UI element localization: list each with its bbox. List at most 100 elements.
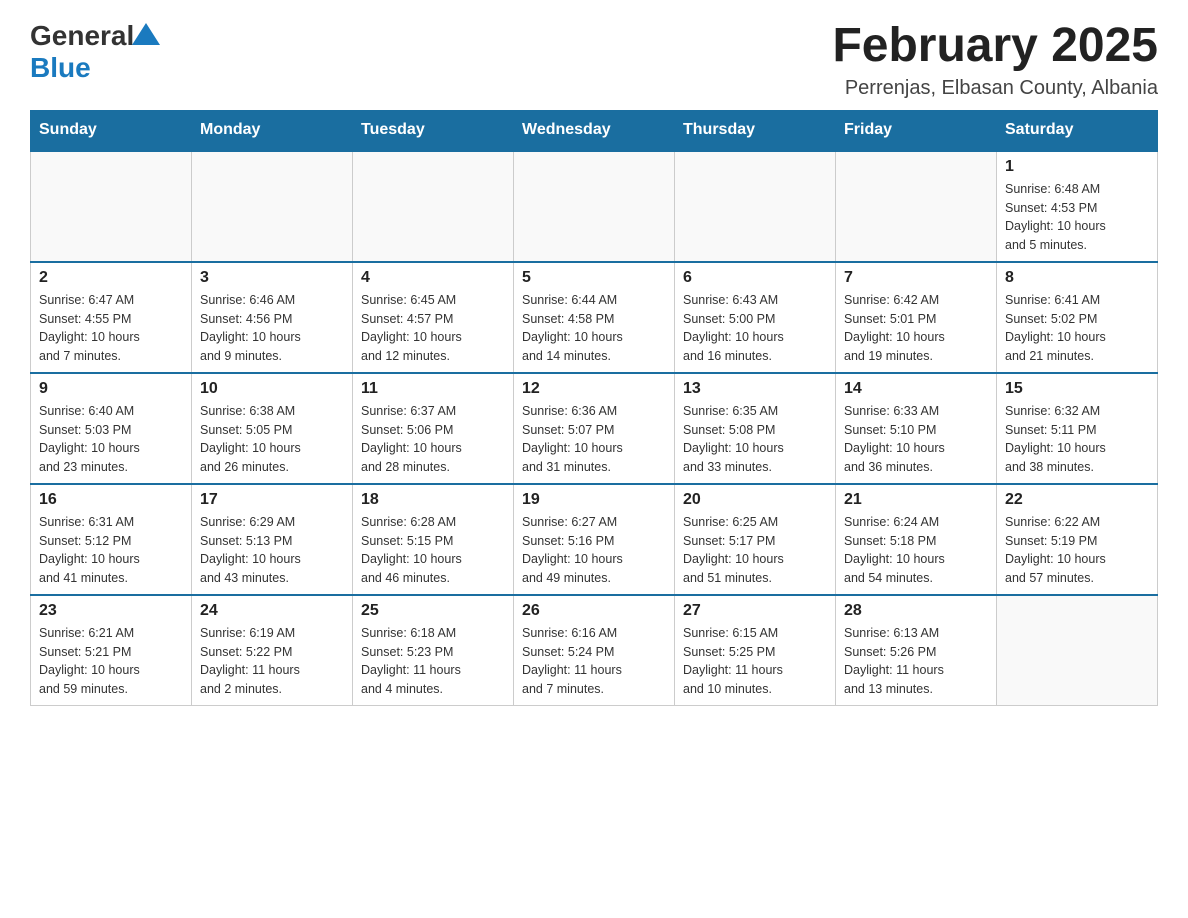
table-row: 26Sunrise: 6:16 AM Sunset: 5:24 PM Dayli… — [514, 595, 675, 706]
day-number: 1 — [1005, 158, 1149, 176]
day-info: Sunrise: 6:42 AM Sunset: 5:01 PM Dayligh… — [844, 291, 988, 366]
day-number: 27 — [683, 602, 827, 620]
day-number: 10 — [200, 380, 344, 398]
table-row: 8 Sunrise: 6:41 AM Sunset: 5:02 PM Daylig… — [997, 262, 1158, 373]
day-info: Sunrise: 6:45 AM Sunset: 4:57 PM Dayligh… — [361, 291, 505, 366]
day-number: 22 — [1005, 491, 1149, 509]
table-row: 16 Sunrise: 6:31 AM Sunset: 5:12 PM Dayli… — [31, 484, 192, 595]
day-number: 19 — [522, 491, 666, 509]
table-row — [836, 150, 997, 262]
day-info: Sunrise: 6:19 AM Sunset: 5:22 PM Dayligh… — [200, 624, 344, 699]
day-info: Sunrise: 6:33 AM Sunset: 5:10 PM Dayligh… — [844, 402, 988, 477]
table-row: 11 Sunrise: 6:37 AM Sunset: 5:06 PM Dayli… — [353, 373, 514, 484]
day-number: 7 — [844, 269, 988, 287]
day-number: 21 — [844, 491, 988, 509]
day-info: Sunrise: 6:18 AM Sunset: 5:23 PM Dayligh… — [361, 624, 505, 699]
logo-blue-text: Blue — [30, 52, 91, 84]
day-info: Sunrise: 6:46 AM Sunset: 4:56 PM Dayligh… — [200, 291, 344, 366]
day-info: Sunrise: 6:31 AM Sunset: 5:12 PM Dayligh… — [39, 513, 183, 588]
table-row: 2Sunrise: 6:47 AM Sunset: 4:55 PM Daylig… — [31, 262, 192, 373]
day-number: 8 — [1005, 269, 1149, 287]
day-number: 23 — [39, 602, 183, 620]
calendar-week-2: 2Sunrise: 6:47 AM Sunset: 4:55 PM Daylig… — [31, 262, 1158, 373]
table-row: 5 Sunrise: 6:44 AM Sunset: 4:58 PM Daylig… — [514, 262, 675, 373]
day-info: Sunrise: 6:22 AM Sunset: 5:19 PM Dayligh… — [1005, 513, 1149, 588]
table-row — [514, 150, 675, 262]
table-row: 20Sunrise: 6:25 AM Sunset: 5:17 PM Dayli… — [675, 484, 836, 595]
day-info: Sunrise: 6:28 AM Sunset: 5:15 PM Dayligh… — [361, 513, 505, 588]
day-info: Sunrise: 6:15 AM Sunset: 5:25 PM Dayligh… — [683, 624, 827, 699]
page-header: General Blue February 2025 Perrenjas, El… — [30, 20, 1158, 100]
table-row: 14 Sunrise: 6:33 AM Sunset: 5:10 PM Dayli… — [836, 373, 997, 484]
day-info: Sunrise: 6:35 AM Sunset: 5:08 PM Dayligh… — [683, 402, 827, 477]
table-row: 18 Sunrise: 6:28 AM Sunset: 5:15 PM Dayli… — [353, 484, 514, 595]
title-block: February 2025 Perrenjas, Elbasan County,… — [832, 20, 1158, 100]
month-title: February 2025 — [832, 20, 1158, 73]
calendar-week-1: 1 Sunrise: 6:48 AM Sunset: 4:53 PM Daylig… — [31, 150, 1158, 262]
day-number: 15 — [1005, 380, 1149, 398]
header-friday: Friday — [836, 110, 997, 150]
day-info: Sunrise: 6:29 AM Sunset: 5:13 PM Dayligh… — [200, 513, 344, 588]
table-row: 6Sunrise: 6:43 AM Sunset: 5:00 PM Daylig… — [675, 262, 836, 373]
day-info: Sunrise: 6:13 AM Sunset: 5:26 PM Dayligh… — [844, 624, 988, 699]
table-row: 22 Sunrise: 6:22 AM Sunset: 5:19 PM Dayli… — [997, 484, 1158, 595]
table-row: 12 Sunrise: 6:36 AM Sunset: 5:07 PM Dayli… — [514, 373, 675, 484]
day-number: 4 — [361, 269, 505, 287]
weekday-header-row: Sunday Monday Tuesday Wednesday Thursday… — [31, 110, 1158, 150]
day-info: Sunrise: 6:43 AM Sunset: 5:00 PM Dayligh… — [683, 291, 827, 366]
day-info: Sunrise: 6:41 AM Sunset: 5:02 PM Dayligh… — [1005, 291, 1149, 366]
day-info: Sunrise: 6:27 AM Sunset: 5:16 PM Dayligh… — [522, 513, 666, 588]
logo-triangle-icon — [132, 23, 160, 45]
table-row — [192, 150, 353, 262]
day-info: Sunrise: 6:25 AM Sunset: 5:17 PM Dayligh… — [683, 513, 827, 588]
day-number: 9 — [39, 380, 183, 398]
calendar-table: Sunday Monday Tuesday Wednesday Thursday… — [30, 110, 1158, 706]
day-number: 17 — [200, 491, 344, 509]
table-row — [31, 150, 192, 262]
day-info: Sunrise: 6:16 AM Sunset: 5:24 PM Dayligh… — [522, 624, 666, 699]
table-row: 23 Sunrise: 6:21 AM Sunset: 5:21 PM Dayli… — [31, 595, 192, 706]
day-number: 18 — [361, 491, 505, 509]
table-row: 3Sunrise: 6:46 AM Sunset: 4:56 PM Daylig… — [192, 262, 353, 373]
table-row: 24 Sunrise: 6:19 AM Sunset: 5:22 PM Dayli… — [192, 595, 353, 706]
day-number: 12 — [522, 380, 666, 398]
day-info: Sunrise: 6:21 AM Sunset: 5:21 PM Dayligh… — [39, 624, 183, 699]
day-info: Sunrise: 6:40 AM Sunset: 5:03 PM Dayligh… — [39, 402, 183, 477]
calendar-week-3: 9 Sunrise: 6:40 AM Sunset: 5:03 PM Daylig… — [31, 373, 1158, 484]
header-monday: Monday — [192, 110, 353, 150]
table-row: 17 Sunrise: 6:29 AM Sunset: 5:13 PM Dayli… — [192, 484, 353, 595]
table-row: 4 Sunrise: 6:45 AM Sunset: 4:57 PM Daylig… — [353, 262, 514, 373]
header-saturday: Saturday — [997, 110, 1158, 150]
day-number: 25 — [361, 602, 505, 620]
table-row: 27 Sunrise: 6:15 AM Sunset: 5:25 PM Dayli… — [675, 595, 836, 706]
calendar-week-5: 23 Sunrise: 6:21 AM Sunset: 5:21 PM Dayli… — [31, 595, 1158, 706]
table-row: 10 Sunrise: 6:38 AM Sunset: 5:05 PM Dayli… — [192, 373, 353, 484]
table-row — [675, 150, 836, 262]
location-title: Perrenjas, Elbasan County, Albania — [832, 77, 1158, 100]
day-number: 24 — [200, 602, 344, 620]
table-row — [353, 150, 514, 262]
logo: General Blue — [30, 20, 160, 84]
day-info: Sunrise: 6:38 AM Sunset: 5:05 PM Dayligh… — [200, 402, 344, 477]
logo-general-text: General — [30, 20, 134, 52]
table-row: 19 Sunrise: 6:27 AM Sunset: 5:16 PM Dayli… — [514, 484, 675, 595]
header-tuesday: Tuesday — [353, 110, 514, 150]
day-number: 2 — [39, 269, 183, 287]
header-sunday: Sunday — [31, 110, 192, 150]
day-info: Sunrise: 6:37 AM Sunset: 5:06 PM Dayligh… — [361, 402, 505, 477]
day-number: 28 — [844, 602, 988, 620]
day-number: 11 — [361, 380, 505, 398]
table-row: 28 Sunrise: 6:13 AM Sunset: 5:26 PM Dayli… — [836, 595, 997, 706]
table-row: 7 Sunrise: 6:42 AM Sunset: 5:01 PM Daylig… — [836, 262, 997, 373]
header-thursday: Thursday — [675, 110, 836, 150]
day-info: Sunrise: 6:32 AM Sunset: 5:11 PM Dayligh… — [1005, 402, 1149, 477]
table-row: 1 Sunrise: 6:48 AM Sunset: 4:53 PM Daylig… — [997, 150, 1158, 262]
day-info: Sunrise: 6:48 AM Sunset: 4:53 PM Dayligh… — [1005, 180, 1149, 255]
day-number: 5 — [522, 269, 666, 287]
day-number: 16 — [39, 491, 183, 509]
table-row — [997, 595, 1158, 706]
day-info: Sunrise: 6:36 AM Sunset: 5:07 PM Dayligh… — [522, 402, 666, 477]
calendar-week-4: 16 Sunrise: 6:31 AM Sunset: 5:12 PM Dayli… — [31, 484, 1158, 595]
day-number: 14 — [844, 380, 988, 398]
day-info: Sunrise: 6:44 AM Sunset: 4:58 PM Dayligh… — [522, 291, 666, 366]
